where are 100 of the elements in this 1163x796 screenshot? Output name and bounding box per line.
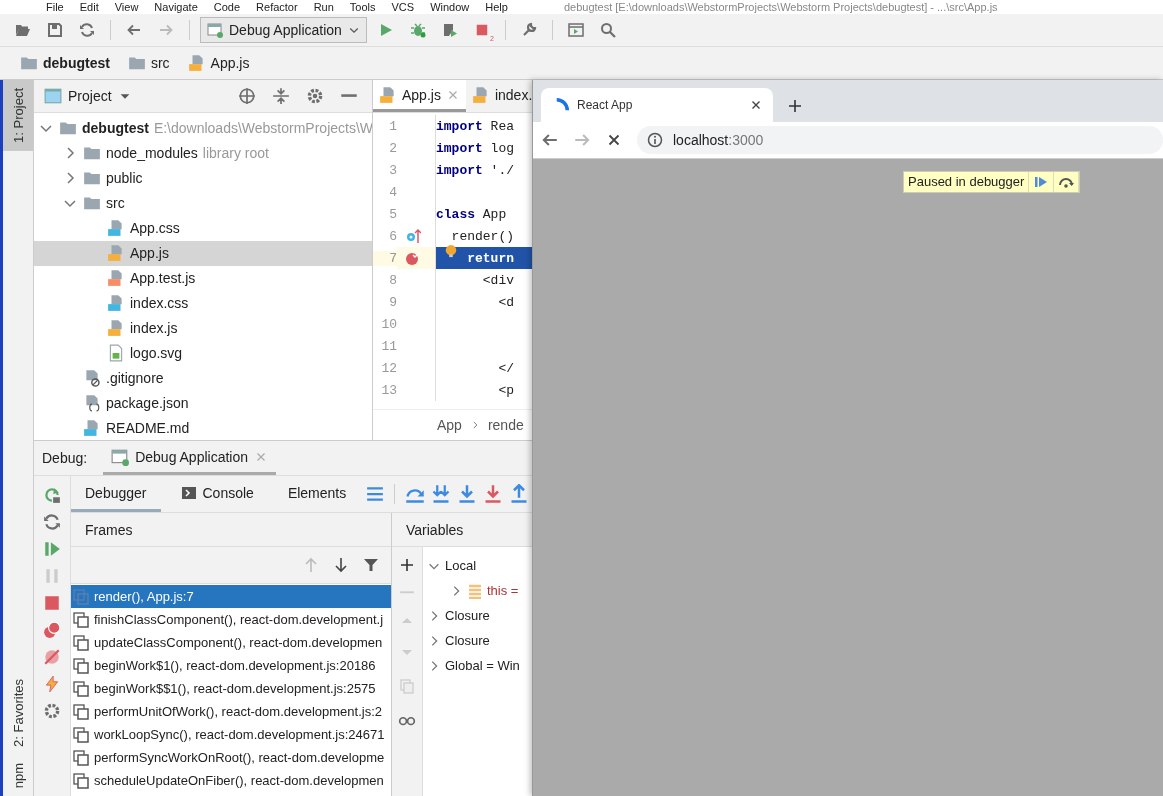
force-step-into-icon[interactable] xyxy=(483,484,504,504)
shield-play-icon xyxy=(441,22,458,38)
tree-item[interactable]: logo.svg xyxy=(34,340,372,366)
resume-icon[interactable] xyxy=(43,540,61,558)
variable-scope[interactable]: Closure xyxy=(423,628,490,653)
breadcrumb-item[interactable]: App xyxy=(437,417,462,433)
step-into-icon[interactable] xyxy=(431,484,452,504)
breadcrumb-item[interactable]: App.js xyxy=(181,53,258,73)
editor-tab[interactable]: index. xyxy=(465,80,535,112)
stack-frame[interactable]: scheduleUpdateOnFiber(), react-dom.developmen xyxy=(71,769,391,792)
stack-frame[interactable]: beginWork$1(), react-dom.development.js:20186 xyxy=(71,654,391,677)
js-file-icon xyxy=(379,85,397,104)
plus-icon[interactable] xyxy=(399,557,415,573)
menu-item[interactable]: File xyxy=(46,1,64,13)
project-view-dropdown[interactable]: Project xyxy=(44,86,132,105)
stop-icon xyxy=(474,23,489,37)
debug-session-tab[interactable]: Debug Application xyxy=(103,441,277,475)
tree-item[interactable]: README.md xyxy=(34,415,372,440)
filter-icon[interactable] xyxy=(363,557,379,573)
tree-item[interactable]: index.css xyxy=(34,290,372,316)
up-arrow-icon[interactable] xyxy=(303,557,319,573)
line-number: 6 xyxy=(388,228,397,244)
tree-item[interactable]: App.js xyxy=(34,240,372,266)
breadcrumb-item[interactable]: src xyxy=(121,53,178,73)
lightning-icon[interactable] xyxy=(43,675,61,693)
minus-icon xyxy=(340,93,358,99)
breakpoint-icon xyxy=(405,250,421,266)
markdown-file-icon xyxy=(83,419,101,438)
mute-breakpoints-icon[interactable] xyxy=(43,648,61,666)
editor-tab[interactable]: App.js xyxy=(373,80,466,112)
refresh-icon[interactable] xyxy=(43,513,61,531)
tree-item[interactable]: index.js xyxy=(34,315,372,341)
stack-frame[interactable]: performSyncWorkOnRoot(), react-dom.developme xyxy=(71,746,391,769)
stack-frame[interactable]: performUnitOfWork(), react-dom.development.js:2 xyxy=(71,700,391,723)
line-number: 4 xyxy=(388,184,397,200)
tree-item[interactable]: src xyxy=(34,190,372,216)
line-number: 12 xyxy=(380,360,397,376)
stack-frame[interactable]: workLoopSync(), react-dom.development.js:24671 xyxy=(71,723,391,746)
forward-icon xyxy=(158,22,174,38)
folder-icon xyxy=(127,54,146,72)
menu-item[interactable]: Refactor xyxy=(256,1,298,13)
address-bar[interactable]: localhost:3000 xyxy=(637,126,1163,154)
back-icon xyxy=(126,22,142,38)
variable-scope[interactable]: Global = Win xyxy=(423,653,520,678)
step-into-icon[interactable] xyxy=(457,484,478,504)
json-file-icon xyxy=(83,394,101,413)
menu-item[interactable]: Help xyxy=(485,1,508,13)
debugger-tab[interactable]: Console xyxy=(166,476,268,512)
menu-item[interactable]: Run xyxy=(313,1,334,13)
menu-item[interactable]: Edit xyxy=(79,1,99,13)
stack-frame[interactable]: beginWork$$1(), react-dom.development.js:2575 xyxy=(71,677,391,700)
debug-label: Debug: xyxy=(42,450,88,466)
tree-item[interactable]: node_modules library root xyxy=(34,140,372,166)
rerun-icon[interactable] xyxy=(43,486,61,504)
crosshair-icon xyxy=(238,86,256,105)
menu-item[interactable]: Navigate xyxy=(154,1,198,13)
css-file-icon xyxy=(107,219,125,238)
js-file-icon xyxy=(107,244,125,263)
tree-item[interactable]: App.test.js xyxy=(34,265,372,291)
breadcrumb-item[interactable]: debugtest xyxy=(14,53,118,73)
window-title: debugtest [E:\downloads\WebstormProjects\Webstorm Projects\debugtest] - ...\src\App.js xyxy=(563,1,998,13)
breakpoints-icon[interactable] xyxy=(43,621,61,639)
tree-item[interactable]: public xyxy=(34,165,372,191)
console-icon xyxy=(180,484,197,501)
debugger-tab[interactable]: Debugger xyxy=(71,476,161,512)
menu-item[interactable]: Tools xyxy=(349,1,376,13)
stack-frame[interactable]: finishClassComponent(), react-dom.development.j xyxy=(71,608,391,631)
plus-icon xyxy=(787,98,803,114)
settings-icon[interactable] xyxy=(43,702,61,720)
js-file-icon xyxy=(187,54,206,72)
menu-item[interactable]: Code xyxy=(213,1,241,13)
tree-item[interactable]: .gitignore xyxy=(34,365,372,391)
variable-scope[interactable]: Closure xyxy=(423,603,490,628)
lightbulb-icon xyxy=(444,244,458,258)
loading-spinner-icon xyxy=(555,98,569,112)
browser-tab[interactable]: React App xyxy=(541,88,773,122)
step-out-icon[interactable] xyxy=(509,484,530,504)
run-configuration-dropdown[interactable]: Debug Application xyxy=(200,17,367,43)
stop-icon[interactable] xyxy=(43,594,61,612)
window-icon xyxy=(44,86,62,105)
code-line: 7 return xyxy=(373,247,535,269)
line-number: 8 xyxy=(388,272,397,288)
tool-window-tab[interactable]: 1: Project xyxy=(3,80,33,151)
breadcrumb-item[interactable]: rende xyxy=(487,417,524,433)
variable-scope[interactable]: Local xyxy=(423,553,477,578)
window-icon xyxy=(207,22,223,38)
stack-frame[interactable]: updateClassComponent(), react-dom.developmen xyxy=(71,631,391,654)
tree-item[interactable]: App.css xyxy=(34,215,372,241)
debugger-tab[interactable]: Elements xyxy=(273,476,361,512)
variable-item[interactable]: this = xyxy=(423,578,519,603)
menu-icon[interactable] xyxy=(366,485,385,503)
tool-window-tab[interactable]: npm xyxy=(3,754,33,796)
line-number: 7 xyxy=(373,250,397,266)
down-arrow-icon[interactable] xyxy=(333,557,349,573)
menu-item[interactable]: Window xyxy=(430,1,470,13)
tool-window-tab[interactable]: 2: Favorites xyxy=(3,670,33,755)
tree-item[interactable]: package.json xyxy=(34,390,372,416)
stack-frame[interactable]: render(), App.js:7 xyxy=(71,585,391,608)
menu-item[interactable]: VCS xyxy=(391,1,415,13)
menu-item[interactable]: View xyxy=(114,1,139,13)
